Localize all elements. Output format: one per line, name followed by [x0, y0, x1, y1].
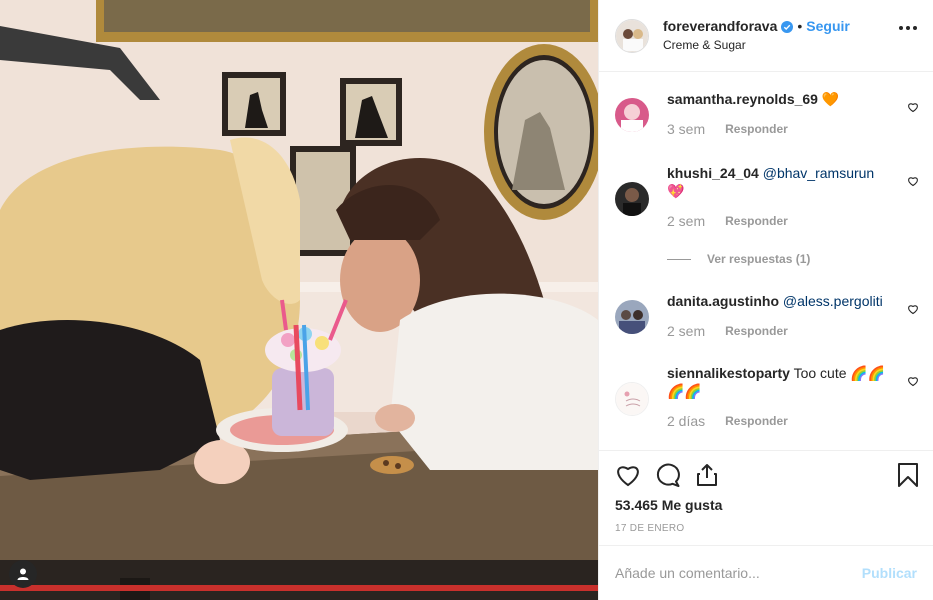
comment-time[interactable]: 3 sem	[667, 121, 705, 137]
comment-text: 🧡	[821, 91, 840, 107]
reply-button[interactable]: Responder	[725, 122, 788, 136]
comment-avatar[interactable]	[615, 300, 649, 334]
comments-list[interactable]: samantha.reynolds_69 🧡 3 sem Responder kh…	[599, 72, 933, 450]
author-avatar[interactable]	[615, 18, 649, 53]
comment-avatar[interactable]	[615, 182, 649, 216]
separator-dot: •	[797, 18, 803, 35]
user-tag-icon	[17, 568, 29, 580]
comment-avatar[interactable]	[615, 382, 649, 416]
heart-icon[interactable]	[615, 463, 641, 492]
like-comment-heart-icon[interactable]	[907, 302, 919, 320]
bookmark-icon[interactable]	[897, 463, 919, 492]
comment-icon[interactable]	[655, 463, 681, 492]
comment-input[interactable]	[615, 565, 854, 581]
like-comment-heart-icon[interactable]	[907, 174, 919, 192]
comment-username[interactable]: danita.agustinho	[667, 293, 779, 309]
comment-text: 💖	[667, 183, 685, 199]
post-header: foreverandforava • Seguir Creme & Sugar	[599, 0, 933, 72]
comment-item: samantha.reynolds_69 🧡 3 sem Responder	[615, 90, 919, 137]
comment-mention[interactable]: @bhav_ramsurun	[763, 165, 875, 181]
comment-username[interactable]: siennalikestoparty	[667, 365, 790, 381]
like-comment-heart-icon[interactable]	[907, 100, 919, 118]
comment-item: siennalikestoparty Too cute 🌈🌈🌈🌈 2 días R…	[615, 364, 919, 429]
comment-avatar[interactable]	[615, 98, 649, 132]
post-sidebar: foreverandforava • Seguir Creme & Sugar …	[598, 0, 933, 600]
location-link[interactable]: Creme & Sugar	[663, 38, 850, 53]
reply-button[interactable]: Responder	[725, 414, 788, 428]
comment-username[interactable]: samantha.reynolds_69	[667, 91, 818, 107]
comment-item: danita.agustinho @aless.pergoliti 2 sem R…	[615, 292, 919, 339]
add-comment-bar: Publicar	[599, 545, 933, 600]
reply-button[interactable]: Responder	[725, 324, 788, 338]
reply-button[interactable]: Responder	[725, 214, 788, 228]
comment-username[interactable]: khushi_24_04	[667, 165, 759, 181]
post-date[interactable]: 17 DE ENERO	[615, 523, 684, 534]
comment-time[interactable]: 2 sem	[667, 213, 705, 229]
share-icon[interactable]	[695, 463, 719, 492]
likes-count[interactable]: 53.465 Me gusta	[615, 497, 722, 513]
follow-button[interactable]: Seguir	[806, 18, 850, 36]
author-username[interactable]: foreverandforava	[663, 18, 777, 36]
verified-badge-icon	[781, 21, 794, 33]
comment-time[interactable]: 2 días	[667, 413, 705, 429]
view-replies-button[interactable]: Ver respuestas (1)	[667, 252, 810, 266]
like-comment-heart-icon[interactable]	[907, 374, 919, 392]
post-photo[interactable]	[0, 0, 598, 600]
view-replies-line	[667, 258, 691, 260]
publish-button[interactable]: Publicar	[862, 565, 917, 581]
user-tag-button[interactable]	[9, 560, 37, 588]
view-replies-label: Ver respuestas (1)	[707, 252, 811, 266]
comment-mention[interactable]: @aless.pergoliti	[783, 293, 883, 309]
comment-time[interactable]: 2 sem	[667, 323, 705, 339]
post-actions: 53.465 Me gusta 17 DE ENERO	[599, 450, 933, 545]
more-options-icon[interactable]	[899, 26, 917, 30]
photo-illustration	[0, 0, 598, 600]
comment-item: khushi_24_04 @bhav_ramsurun 💖 2 sem Respo…	[615, 164, 919, 229]
